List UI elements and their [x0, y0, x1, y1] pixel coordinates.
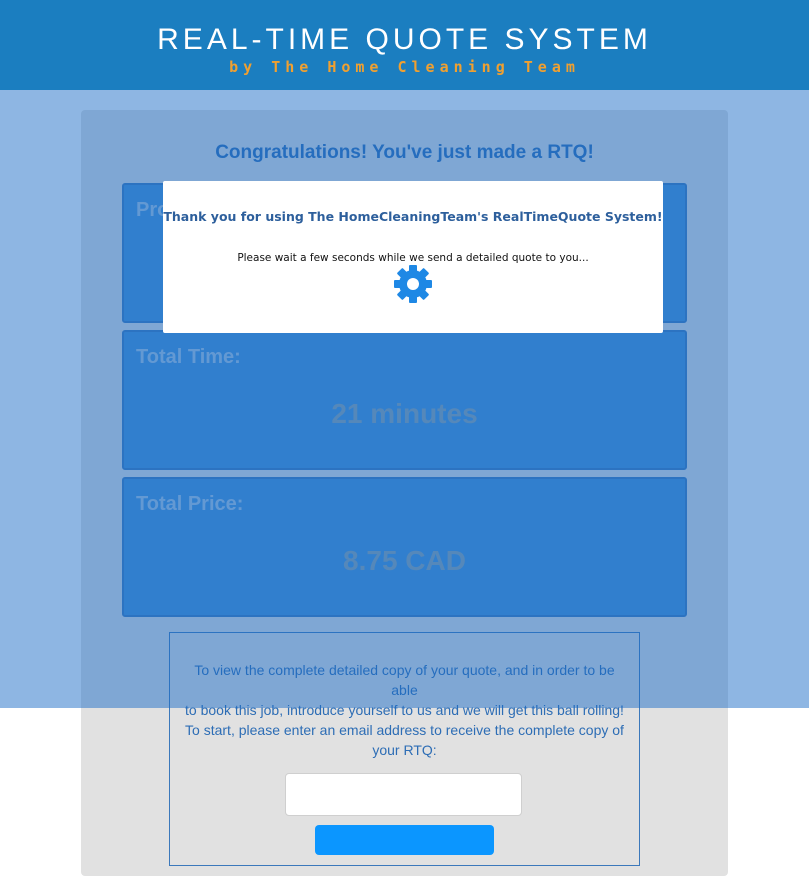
gear-icon	[394, 265, 432, 303]
submit-email-button[interactable]	[315, 825, 494, 855]
confirmation-modal: Thank you for using The HomeCleaningTeam…	[163, 181, 663, 333]
site-header: REAL-TIME QUOTE SYSTEM by The Home Clean…	[0, 0, 809, 90]
site-title: REAL-TIME QUOTE SYSTEM	[157, 23, 652, 56]
email-input[interactable]	[285, 773, 522, 816]
site-subtitle: by The Home Cleaning Team	[229, 58, 580, 76]
email-instructions-line: To start, please enter an email address …	[185, 722, 624, 758]
modal-title: Thank you for using The HomeCleaningTeam…	[163, 209, 663, 224]
